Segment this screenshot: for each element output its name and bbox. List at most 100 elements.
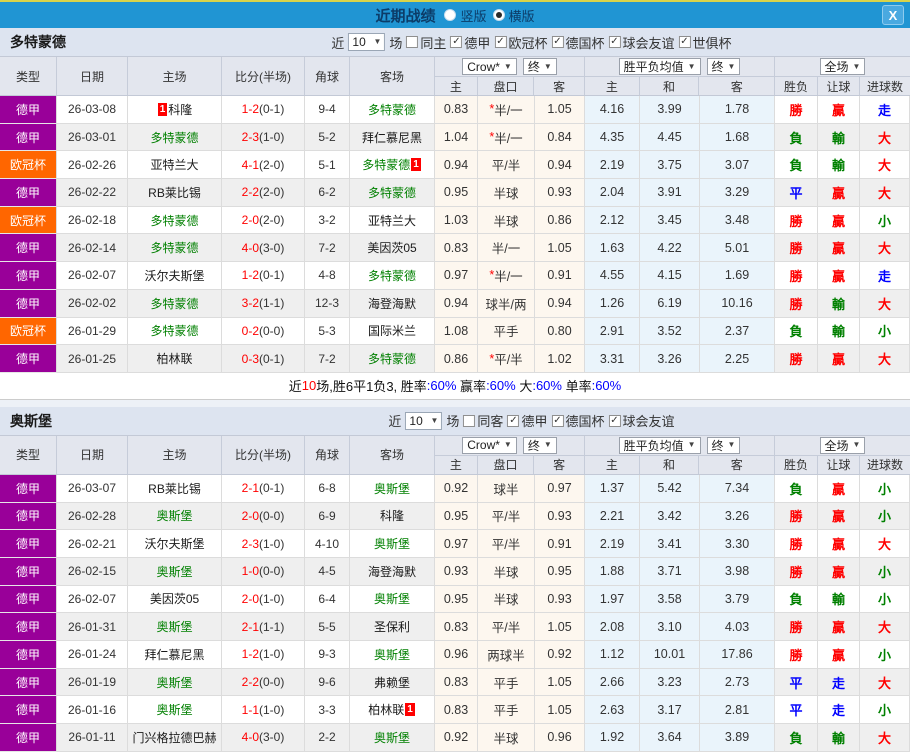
avg-away-odds: 2.25	[700, 345, 775, 373]
header-dropdown[interactable]: 胜平负均值 ▼	[618, 436, 701, 454]
red-card-badge: 1	[411, 158, 421, 172]
match-date: 26-02-22	[57, 179, 128, 207]
away-team-name: 奥斯堡	[373, 537, 410, 552]
match-count-select[interactable]: 10 ▼	[405, 411, 443, 430]
halftime-score: (2-0)	[259, 213, 285, 228]
handicap-value: 半球	[493, 565, 519, 580]
avg-home-odds: 3.31	[585, 345, 640, 373]
home-team: 沃尔夫斯堡	[128, 530, 222, 558]
competition-filter[interactable]: ✓ 世俱杯	[678, 33, 732, 52]
away-team: 奥斯堡	[350, 585, 435, 614]
match-date: 26-01-31	[57, 613, 128, 641]
header-group: 全场 ▼ 胜负 让球 进球数	[775, 57, 910, 95]
avg-away-odds: 1.69	[700, 262, 775, 290]
handicap-value: 半球	[493, 186, 519, 201]
same-venue-filter[interactable]: 同主	[406, 33, 446, 52]
result-outcome: 勝	[775, 613, 818, 641]
home-odds: 0.93	[435, 557, 478, 586]
header-dropdown[interactable]: 全场 ▼	[819, 436, 866, 454]
result-outcome: 勝	[775, 289, 818, 318]
home-team: RB莱比锡	[128, 474, 222, 503]
competition-filter[interactable]: ✓ 德甲	[507, 411, 547, 430]
halftime-score: (0-1)	[259, 481, 285, 496]
header-dropdown[interactable]: 终 ▼	[706, 436, 741, 454]
match-date: 26-02-21	[57, 530, 128, 558]
away-odds: 0.96	[535, 724, 585, 752]
competition-filter[interactable]: ✓ 球会友谊	[608, 33, 674, 52]
score-cell: 2-0 (2-0)	[222, 206, 305, 235]
score-cell: 1-2 (0-1)	[222, 262, 305, 290]
home-team: 1 科隆	[128, 96, 222, 124]
radio-vertical[interactable]: 竖版	[444, 6, 487, 25]
fulltime-score: 4-0	[241, 240, 259, 255]
same-venue-filter[interactable]: 同客	[463, 411, 503, 430]
radio-selected-icon[interactable]	[492, 9, 505, 21]
avg-home-odds: 2.63	[585, 696, 640, 725]
radio-vertical-label[interactable]: 竖版	[460, 6, 486, 25]
handicap-cell: 平手	[478, 696, 535, 725]
checkbox-checked-icon[interactable]: ✓	[551, 414, 564, 427]
column-header: 主场	[128, 435, 222, 474]
result-goals: 大	[860, 123, 910, 152]
avg-draw-odds: 3.42	[640, 502, 700, 531]
avg-home-odds: 2.19	[585, 151, 640, 180]
result-handicap: 贏	[818, 234, 860, 263]
header-dropdown[interactable]: Crow* ▼	[462, 436, 517, 454]
home-odds: 0.96	[435, 641, 478, 669]
checkbox-checked-icon[interactable]: ✓	[494, 36, 507, 48]
header-dropdown[interactable]: Crow* ▼	[462, 58, 517, 75]
checkbox-checked-icon[interactable]: ✓	[507, 414, 520, 427]
home-odds: 0.95	[435, 179, 478, 207]
match-date: 26-01-19	[57, 668, 128, 697]
checkbox-unchecked-icon[interactable]	[463, 414, 476, 427]
league-type-badge: 欧冠杯	[0, 317, 57, 346]
league-type-badge: 德甲	[0, 262, 57, 290]
avg-home-odds: 2.08	[585, 613, 640, 641]
radio-horizontal-label[interactable]: 横版	[509, 6, 535, 25]
match-table-body: 德甲 26-03-07 RB莱比锡 2-1 (0-1) 6-8 奥斯堡 0.92 球半 0.97 1…	[0, 474, 910, 752]
close-button[interactable]: X	[882, 5, 904, 25]
checkbox-checked-icon[interactable]: ✓	[551, 36, 564, 48]
checkbox-checked-icon[interactable]: ✓	[608, 36, 621, 48]
sub-column-header: 客	[553, 79, 566, 94]
corner-count: 5-3	[305, 317, 350, 346]
checkbox-checked-icon[interactable]: ✓	[450, 36, 463, 48]
competition-filter[interactable]: ✓ 德国杯	[551, 33, 604, 52]
match-row: 欧冠杯 26-02-18 多特蒙德 2-0 (2-0) 3-2 亚特兰大 1.03 半球 0.86…	[0, 206, 910, 235]
fulltime-score: 2-0	[241, 213, 259, 228]
avg-home-odds: 1.26	[585, 289, 640, 318]
result-handicap: 贏	[818, 557, 860, 586]
result-handicap: 贏	[818, 206, 860, 235]
league-type-badge: 德甲	[0, 696, 57, 725]
away-team-name: 多特蒙德	[367, 185, 416, 200]
handicap-value: 平/半	[491, 621, 521, 636]
handicap-cell: 两球半	[478, 641, 535, 669]
radio-horizontal[interactable]: 横版	[492, 6, 535, 25]
checkbox-checked-icon[interactable]: ✓	[608, 414, 621, 427]
checkbox-checked-icon[interactable]: ✓	[678, 36, 691, 48]
away-team: 多特蒙德	[350, 96, 435, 124]
summary-segment: :60%	[426, 378, 457, 394]
handicap-value: 平/半	[491, 538, 521, 553]
header-dropdown[interactable]: 胜平负均值 ▼	[618, 58, 701, 75]
handicap-value: 球半	[493, 482, 519, 497]
competition-filter[interactable]: ✓ 欧冠杯	[494, 33, 547, 52]
match-row: 欧冠杯 26-01-29 多特蒙德 0-2 (0-0) 5-3 国际米兰 1.08 平手 0.80…	[0, 317, 910, 346]
away-team-name: 奥斯堡	[373, 647, 410, 662]
header-dropdown[interactable]: 终 ▼	[706, 58, 741, 75]
radio-unselected-icon[interactable]	[444, 9, 457, 21]
match-count-select[interactable]: 10 ▼	[348, 33, 386, 51]
home-team: 亚特兰大	[128, 151, 222, 180]
header-dropdown[interactable]: 全场 ▼	[819, 58, 866, 75]
competition-filter[interactable]: ✓ 德甲	[450, 33, 490, 52]
checkbox-unchecked-icon[interactable]	[406, 36, 419, 48]
header-dropdown[interactable]: 终 ▼	[522, 436, 557, 454]
handicap-value: 平/半	[494, 353, 523, 368]
home-team-name: 多特蒙德	[150, 324, 199, 339]
competition-filter[interactable]: ✓ 球会友谊	[608, 411, 674, 430]
table-header: 类型 日期 主场 比分(半场) 角球 客场 Crow* ▼ 终 ▼ 主盘口客胜平负均值 ▼ 终 ▼ 主和客全…	[0, 434, 910, 475]
competition-filter[interactable]: ✓ 德国杯	[551, 411, 604, 430]
column-header: 比分(半场)	[222, 435, 305, 474]
home-team-name: RB莱比锡	[148, 185, 201, 200]
header-dropdown[interactable]: 终 ▼	[522, 58, 557, 75]
